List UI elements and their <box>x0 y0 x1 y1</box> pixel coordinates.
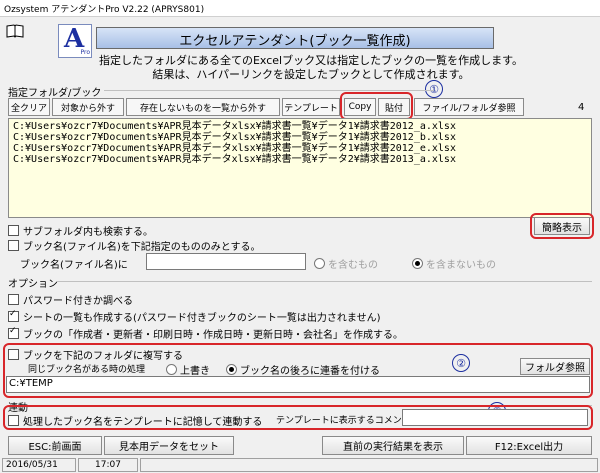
folder-section-divider <box>104 90 434 91</box>
name-filter-row[interactable]: ブック名(ファイル名)を下記指定のもののみとする。 <box>8 238 261 253</box>
annotation-1: ① <box>425 80 443 98</box>
remember-template-row[interactable]: 処理したブック名をテンプレートに記憶して連動する <box>8 413 262 428</box>
overwrite-radio-row[interactable]: 上書き <box>166 362 210 377</box>
excel-output-button[interactable]: F12:Excel出力 <box>466 436 592 455</box>
append-number-radio-row[interactable]: ブック名の後ろに連番を付ける <box>226 362 380 377</box>
password-checkbox[interactable] <box>8 294 19 305</box>
status-bar <box>140 458 598 472</box>
properties-checkbox[interactable] <box>8 326 19 339</box>
copy-button[interactable]: Copy <box>344 98 376 116</box>
name-label: ブック名(ファイル名)に <box>20 260 128 271</box>
file-list-item[interactable]: C:¥Users¥ozcr7¥Documents¥APR見本データxlsx¥請求… <box>13 143 587 154</box>
app-logo: A Pro <box>58 24 92 58</box>
include-radio-row[interactable]: を含むもの <box>314 256 378 271</box>
logo-sub: Pro <box>80 49 90 56</box>
banner-title: エクセルアテンダント(ブック一覧作成) <box>96 27 494 49</box>
book-name-input[interactable] <box>146 253 306 270</box>
subfolder-checkbox[interactable] <box>8 225 19 236</box>
password-check-row[interactable]: パスワード付きか調べる <box>8 292 133 307</box>
description-line-2: 結果は、ハイパーリンクを設定したブックとして作成されます。 <box>152 68 470 81</box>
file-list[interactable]: C:¥Users¥ozcr7¥Documents¥APR見本データxlsx¥請求… <box>8 118 592 218</box>
options-divider <box>56 281 592 282</box>
include-radio[interactable] <box>314 258 325 269</box>
subfolder-search-row[interactable]: サブフォルダ内も検索する。 <box>8 223 153 238</box>
status-date: 2016/05/31 <box>2 458 76 472</box>
copy-books-row[interactable]: ブックを下記のフォルダに複写する <box>8 347 183 362</box>
overwrite-radio[interactable] <box>166 364 177 375</box>
template-comment-input[interactable] <box>402 409 588 426</box>
properties-row[interactable]: ブックの「作成者・更新者・印刷日時・作成日時・更新日時・会社名」を作成する。 <box>8 326 403 341</box>
copy-books-checkbox[interactable] <box>8 349 19 360</box>
same-name-label: 同じブック名がある時の処理 <box>28 365 146 375</box>
folder-section-label: 指定フォルダ/ブック <box>8 88 102 99</box>
window-title: Ozsystem アテンダントPro V2.22 (APRYS801) <box>0 0 600 17</box>
remember-template-checkbox[interactable] <box>8 415 19 426</box>
file-list-item[interactable]: C:¥Users¥ozcr7¥Documents¥APR見本データxlsx¥請求… <box>13 132 587 143</box>
sheet-list-checkbox[interactable] <box>8 309 19 322</box>
esc-back-button[interactable]: ESC:前画面 <box>8 436 102 455</box>
name-filter-checkbox[interactable] <box>8 240 19 251</box>
template-button[interactable]: テンプレート <box>282 98 340 116</box>
file-folder-browse-button[interactable]: ファイル/フォルダ参照 <box>414 98 524 116</box>
destination-path-input[interactable]: C:¥TEMP <box>6 376 590 393</box>
last-result-button[interactable]: 直前の実行結果を表示 <box>322 436 464 455</box>
template-comment-label: テンプレートに表示するコメント <box>276 416 411 426</box>
clear-all-button[interactable]: 全クリア <box>8 98 50 116</box>
name-filter-label: ブック名(ファイル名)を下記指定のもののみとする。 <box>23 242 261 253</box>
sample-data-button[interactable]: 見本用データをセット <box>104 436 234 455</box>
folder-browse-button[interactable]: フォルダ参照 <box>520 358 590 375</box>
exclude-radio[interactable] <box>412 258 423 269</box>
exclude-radio-row[interactable]: を含まないもの <box>412 256 496 271</box>
status-time: 17:07 <box>78 458 138 472</box>
compact-view-button[interactable]: 簡略表示 <box>534 217 590 235</box>
file-list-item[interactable]: C:¥Users¥ozcr7¥Documents¥APR見本データxlsx¥請求… <box>13 121 587 132</box>
subfolder-label: サブフォルダ内も検索する。 <box>23 227 153 238</box>
paste-button[interactable]: 貼付 <box>378 98 410 116</box>
annotation-2: ② <box>452 354 470 372</box>
file-count: 4 <box>578 102 585 113</box>
sheet-list-row[interactable]: シートの一覧も作成する(パスワード付きブックのシート一覧は出力されません) <box>8 309 381 324</box>
book-icon[interactable] <box>6 24 24 38</box>
append-number-radio[interactable] <box>226 364 237 375</box>
options-section-label: オプション <box>8 279 58 290</box>
file-list-item[interactable]: C:¥Users¥ozcr7¥Documents¥APR見本データxlsx¥請求… <box>13 154 587 165</box>
exclude-missing-button[interactable]: 存在しないものを一覧から外す <box>126 98 280 116</box>
exclude-button[interactable]: 対象から外す <box>52 98 124 116</box>
